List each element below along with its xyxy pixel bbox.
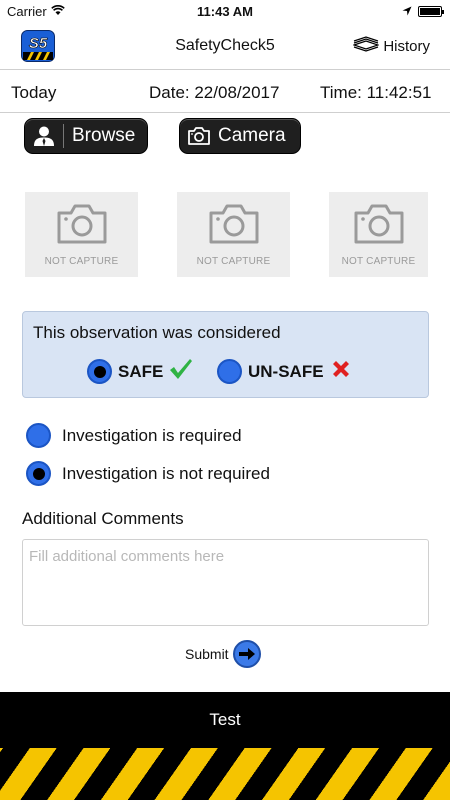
- submit-button[interactable]: Submit: [185, 640, 261, 668]
- history-button[interactable]: History: [352, 36, 430, 56]
- comments-input[interactable]: [22, 539, 429, 626]
- safe-radio[interactable]: [87, 359, 112, 384]
- investigation-required-radio[interactable]: [26, 423, 51, 448]
- observation-title: This observation was considered: [33, 323, 281, 342]
- unsafe-label: UN-SAFE: [248, 361, 324, 381]
- hazard-stripe: [0, 748, 450, 800]
- time-value: Time: 11:42:51: [320, 83, 432, 102]
- checkmark-icon: [169, 358, 193, 385]
- capture-slot-3[interactable]: NOT CAPTURE: [329, 192, 428, 277]
- unsafe-option[interactable]: UN-SAFE: [217, 358, 352, 385]
- camera-label: Camera: [218, 125, 286, 146]
- status-bar: Carrier 11:43 AM: [0, 0, 450, 22]
- capture-slot-2[interactable]: NOT CAPTURE: [177, 192, 290, 277]
- browse-button[interactable]: Browse: [24, 118, 148, 154]
- camera-icon: [180, 126, 218, 146]
- camera-placeholder-icon: [56, 203, 108, 250]
- safe-label: SAFE: [118, 361, 164, 381]
- browse-label: Browse: [72, 125, 136, 146]
- submit-label: Submit: [185, 646, 229, 662]
- safe-option[interactable]: SAFE: [87, 358, 193, 385]
- investigation-required-label: Investigation is required: [62, 425, 242, 445]
- location-arrow-icon: [402, 4, 412, 19]
- unsafe-radio[interactable]: [217, 359, 242, 384]
- investigation-not-required-option[interactable]: Investigation is not required: [26, 461, 270, 486]
- investigation-not-required-radio[interactable]: [26, 461, 51, 486]
- history-label: History: [383, 37, 430, 55]
- footer-title: Test: [209, 710, 241, 729]
- date-value: Date: 22/08/2017: [149, 83, 280, 102]
- capture-status: NOT CAPTURE: [196, 255, 271, 267]
- camera-button[interactable]: Camera: [179, 118, 301, 154]
- investigation-not-required-label: Investigation is not required: [62, 463, 270, 483]
- capture-status: NOT CAPTURE: [341, 255, 416, 267]
- info-row: Today Date: 22/08/2017 Time: 11:42:51: [0, 71, 450, 113]
- camera-placeholder-icon: [353, 203, 405, 250]
- status-time: 11:43 AM: [197, 4, 253, 19]
- user-icon: [25, 125, 63, 147]
- history-stack-icon: [352, 36, 381, 56]
- investigation-required-option[interactable]: Investigation is required: [26, 423, 242, 448]
- arrow-right-icon: [232, 640, 261, 668]
- battery-icon: [418, 6, 444, 17]
- camera-placeholder-icon: [208, 203, 260, 250]
- comments-label: Additional Comments: [22, 509, 184, 528]
- capture-status: NOT CAPTURE: [44, 255, 119, 267]
- today-label: Today: [11, 83, 57, 102]
- capture-slot-1[interactable]: NOT CAPTURE: [25, 192, 138, 277]
- cross-icon: [330, 358, 352, 385]
- nav-bar: S5 SafetyCheck5 History: [0, 22, 450, 70]
- observation-panel: This observation was considered SAFE UN-…: [22, 311, 429, 398]
